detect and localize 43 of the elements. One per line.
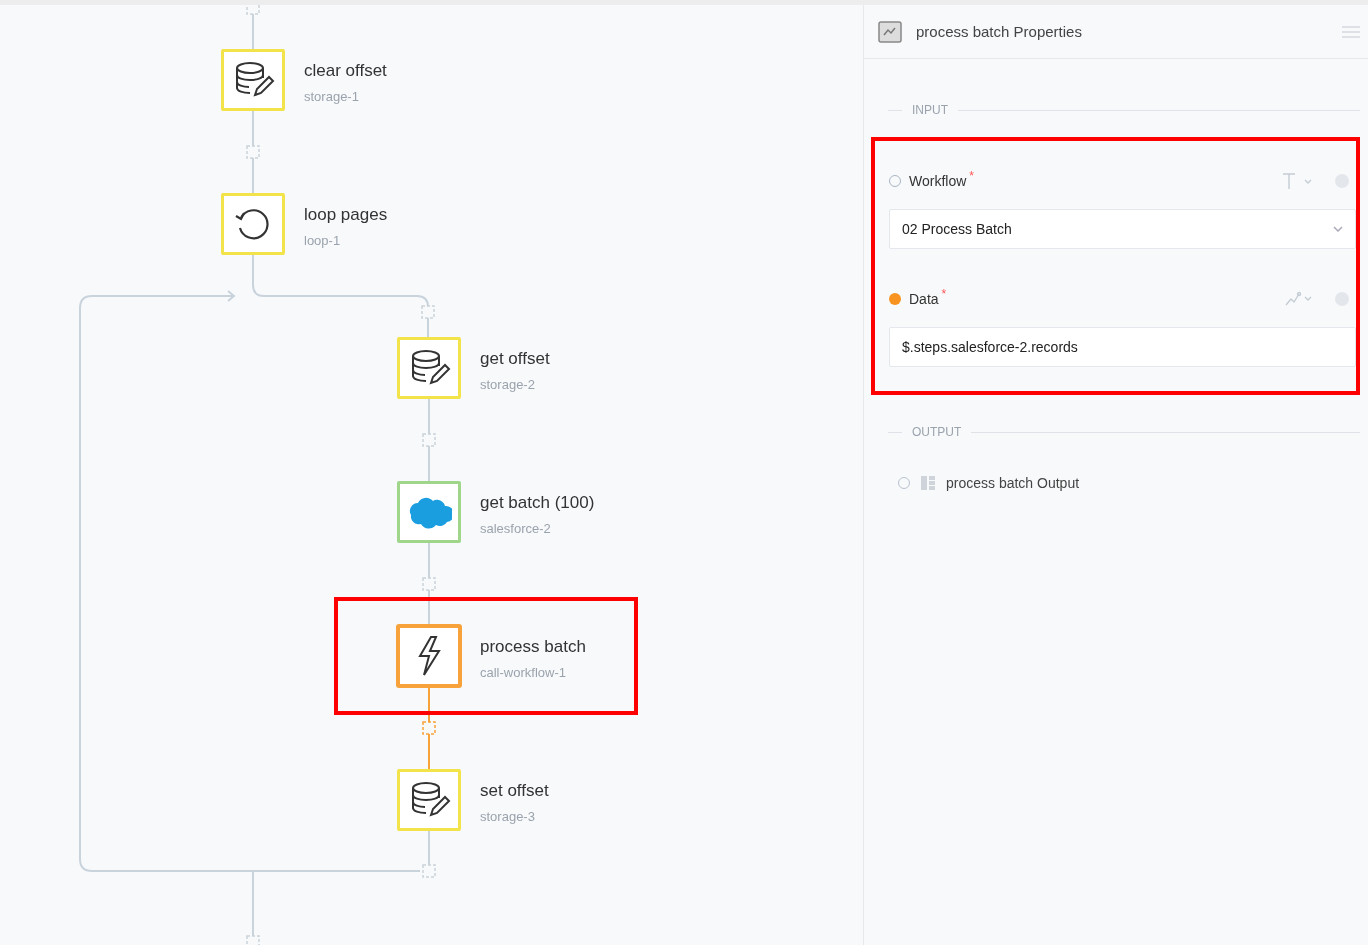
step-name: clear offset: [304, 61, 387, 81]
workflow-dropdown[interactable]: 02 Process Batch: [889, 209, 1356, 249]
add-step-handle[interactable]: [422, 577, 436, 591]
properties-icon: [878, 20, 902, 43]
step-id: storage-3: [480, 809, 536, 824]
table-icon: [920, 475, 936, 491]
panel-title: process batch Properties: [916, 23, 1083, 40]
step-node[interactable]: [397, 625, 461, 687]
step-id: storage-2: [480, 377, 536, 392]
add-step-handle[interactable]: [422, 721, 436, 735]
step-node[interactable]: [221, 193, 285, 255]
add-step-handle[interactable]: [246, 935, 260, 945]
section-heading: INPUT: [912, 103, 948, 117]
required-asterisk: *: [969, 169, 974, 183]
step-name: loop pages: [304, 205, 388, 225]
step-id: salesforce-2: [480, 521, 552, 536]
step-node[interactable]: [397, 481, 461, 543]
step-node[interactable]: [221, 49, 285, 111]
add-step-handle[interactable]: [421, 305, 435, 319]
step-node[interactable]: [397, 337, 461, 399]
field-label: Data: [909, 291, 939, 307]
add-step-handle[interactable]: [422, 864, 436, 878]
step-name: process batch: [480, 637, 586, 657]
add-step-handle[interactable]: [246, 5, 260, 15]
output-label[interactable]: process batch Output: [946, 475, 1080, 491]
add-step-handle[interactable]: [246, 145, 260, 159]
mapping-icon[interactable]: [1284, 291, 1312, 307]
text-type-icon[interactable]: [1282, 172, 1312, 190]
add-step-handle[interactable]: [422, 433, 436, 447]
step-name: get offset: [480, 349, 550, 369]
field-label: Workflow: [909, 173, 967, 189]
required-asterisk: *: [941, 287, 947, 301]
connector-line: [428, 830, 430, 866]
menu-icon[interactable]: [1342, 24, 1360, 39]
step-name: get batch (100): [480, 493, 595, 513]
step-node[interactable]: [397, 769, 461, 831]
step-id: call-workflow-1: [480, 665, 567, 680]
section-heading: OUTPUT: [912, 425, 962, 439]
caret-icon: [1333, 226, 1343, 232]
step-id: loop-1: [304, 233, 342, 248]
input-field[interactable]: $.steps.salesforce-2.records: [889, 327, 1356, 367]
step-name: set offset: [480, 781, 549, 801]
step-id: storage-1: [304, 89, 360, 104]
